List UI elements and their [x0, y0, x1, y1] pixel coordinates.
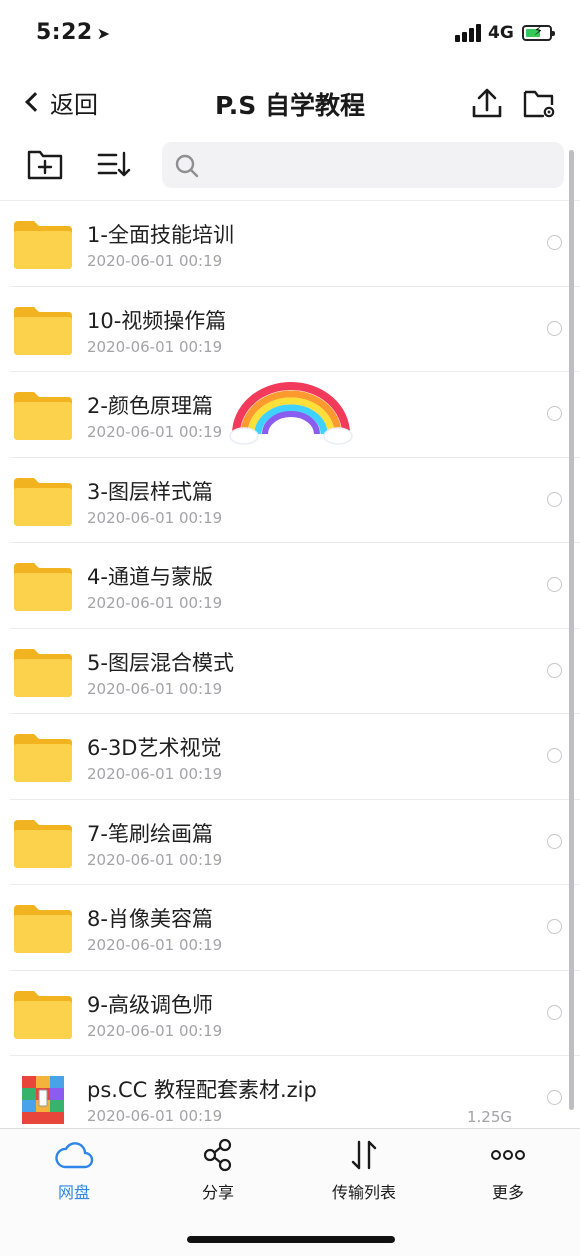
file-row-zip[interactable]: ps.CC 教程配套素材.zip 2020-06-01 00:19 1.25G: [10, 1056, 580, 1128]
file-name: 10-视频操作篇: [87, 308, 227, 333]
folder-row[interactable]: 9-高级调色师 2020-06-01 00:19: [10, 971, 580, 1056]
file-date: 2020-06-01 00:19: [87, 765, 223, 783]
nav-bar: 返回 P.S 自学教程: [0, 72, 580, 134]
time-label: 5:22: [36, 20, 93, 45]
tab-label: 分享: [201, 1183, 234, 1202]
file-name: 8-肖像美容篇: [87, 907, 213, 931]
file-date: 2020-06-01 00:19: [87, 423, 223, 441]
select-checkbox[interactable]: [547, 919, 562, 934]
folder-icon: [14, 563, 72, 611]
rainbow-sticker: [229, 382, 353, 445]
file-date: 2020-06-01 00:19: [87, 679, 223, 698]
folder-icon: [14, 648, 72, 697]
select-checkbox[interactable]: [547, 1004, 562, 1020]
file-name: 4-通道与蒙版: [87, 565, 213, 589]
folder-icon: [14, 990, 72, 1039]
select-checkbox[interactable]: [547, 662, 562, 678]
sort-icon[interactable]: [96, 148, 132, 180]
cloud-icon: [55, 1142, 94, 1169]
file-list: 1-全面技能培训 2020-06-01 00:19 10-视频操作篇 2020-06-…: [0, 200, 580, 1128]
scrollbar[interactable]: [569, 150, 574, 1110]
search-input[interactable]: [162, 142, 564, 188]
tab-cloud-drive[interactable]: 网盘: [14, 1137, 134, 1207]
battery-icon: ⚡: [522, 24, 555, 41]
folder-row[interactable]: 1-全面技能培训 2020-06-01 00:19: [10, 201, 580, 287]
folder-icon: [14, 905, 72, 953]
toolbar: [0, 140, 580, 196]
tab-transfer-list[interactable]: 传输列表: [304, 1137, 424, 1207]
location-arrow-icon: ➤: [96, 24, 111, 43]
transfer-icon: [351, 1140, 377, 1170]
file-size: 1.25G: [466, 1108, 512, 1126]
upload-icon[interactable]: [470, 86, 504, 120]
status-time: 5:22 ➤: [36, 20, 111, 45]
folder-row[interactable]: 10-视频操作篇 2020-06-01 00:19: [10, 287, 580, 372]
tab-label: 网盘: [57, 1183, 90, 1202]
folder-icon: [14, 221, 72, 269]
select-checkbox[interactable]: [547, 833, 562, 849]
file-name: ps.CC 教程配套素材.zip: [87, 1078, 317, 1102]
file-date: 2020-06-01 00:19: [87, 1107, 223, 1125]
file-name: 9-高级调色师: [87, 992, 213, 1017]
tab-label: 更多: [491, 1183, 524, 1202]
folder-icon: [14, 392, 72, 440]
folder-row[interactable]: 8-肖像美容篇 2020-06-01 00:19: [10, 885, 580, 971]
status-bar: 5:22 ➤ 4G ⚡: [0, 0, 580, 70]
file-name: 3-图层样式篇: [87, 479, 213, 504]
select-checkbox[interactable]: [547, 235, 562, 250]
file-name: 2-颜色原理篇: [87, 394, 213, 418]
more-icon: [491, 1150, 525, 1160]
select-checkbox[interactable]: [547, 748, 562, 763]
home-indicator: [187, 1236, 395, 1243]
new-folder-icon[interactable]: [26, 146, 64, 182]
select-checkbox[interactable]: [547, 577, 562, 592]
file-date: 2020-06-01 00:19: [87, 1021, 223, 1040]
tab-label: 传输列表: [331, 1183, 396, 1202]
folder-row[interactable]: 5-图层混合模式 2020-06-01 00:19: [10, 629, 580, 714]
file-date: 2020-06-01 00:19: [87, 508, 223, 527]
file-date: 2020-06-01 00:19: [87, 850, 223, 869]
file-date: 2020-06-01 00:19: [87, 936, 223, 954]
cellular-signal-icon: [455, 24, 481, 42]
folder-row[interactable]: 7-笔刷绘画篇 2020-06-01 00:19: [10, 800, 580, 885]
zip-archive-icon: [22, 1076, 64, 1124]
folder-icon: [14, 306, 72, 355]
file-name: 6-3D艺术视觉: [87, 736, 222, 760]
share-icon: [203, 1138, 232, 1172]
tab-more[interactable]: 更多: [448, 1137, 568, 1207]
network-type: 4G: [488, 23, 514, 43]
folder-icon: [14, 819, 72, 868]
file-date: 2020-06-01 00:19: [87, 337, 223, 356]
file-date: 2020-06-01 00:19: [87, 252, 223, 270]
folder-icon: [14, 734, 72, 782]
tab-share[interactable]: 分享: [158, 1137, 278, 1207]
select-checkbox[interactable]: [547, 491, 562, 507]
file-name: 5-图层混合模式: [87, 650, 234, 675]
select-checkbox[interactable]: [547, 406, 562, 421]
file-name: 7-笔刷绘画篇: [87, 821, 213, 846]
select-checkbox[interactable]: [547, 320, 562, 336]
folder-row[interactable]: 3-图层样式篇 2020-06-01 00:19: [10, 458, 580, 543]
folder-settings-icon[interactable]: [522, 86, 556, 120]
folder-row[interactable]: 4-通道与蒙版 2020-06-01 00:19: [10, 543, 580, 629]
file-date: 2020-06-01 00:19: [87, 594, 223, 612]
folder-row[interactable]: 6-3D艺术视觉 2020-06-01 00:19: [10, 714, 580, 800]
search-icon: [175, 154, 199, 178]
select-checkbox[interactable]: [547, 1090, 562, 1105]
folder-icon: [14, 477, 72, 526]
file-name: 1-全面技能培训: [87, 223, 234, 247]
